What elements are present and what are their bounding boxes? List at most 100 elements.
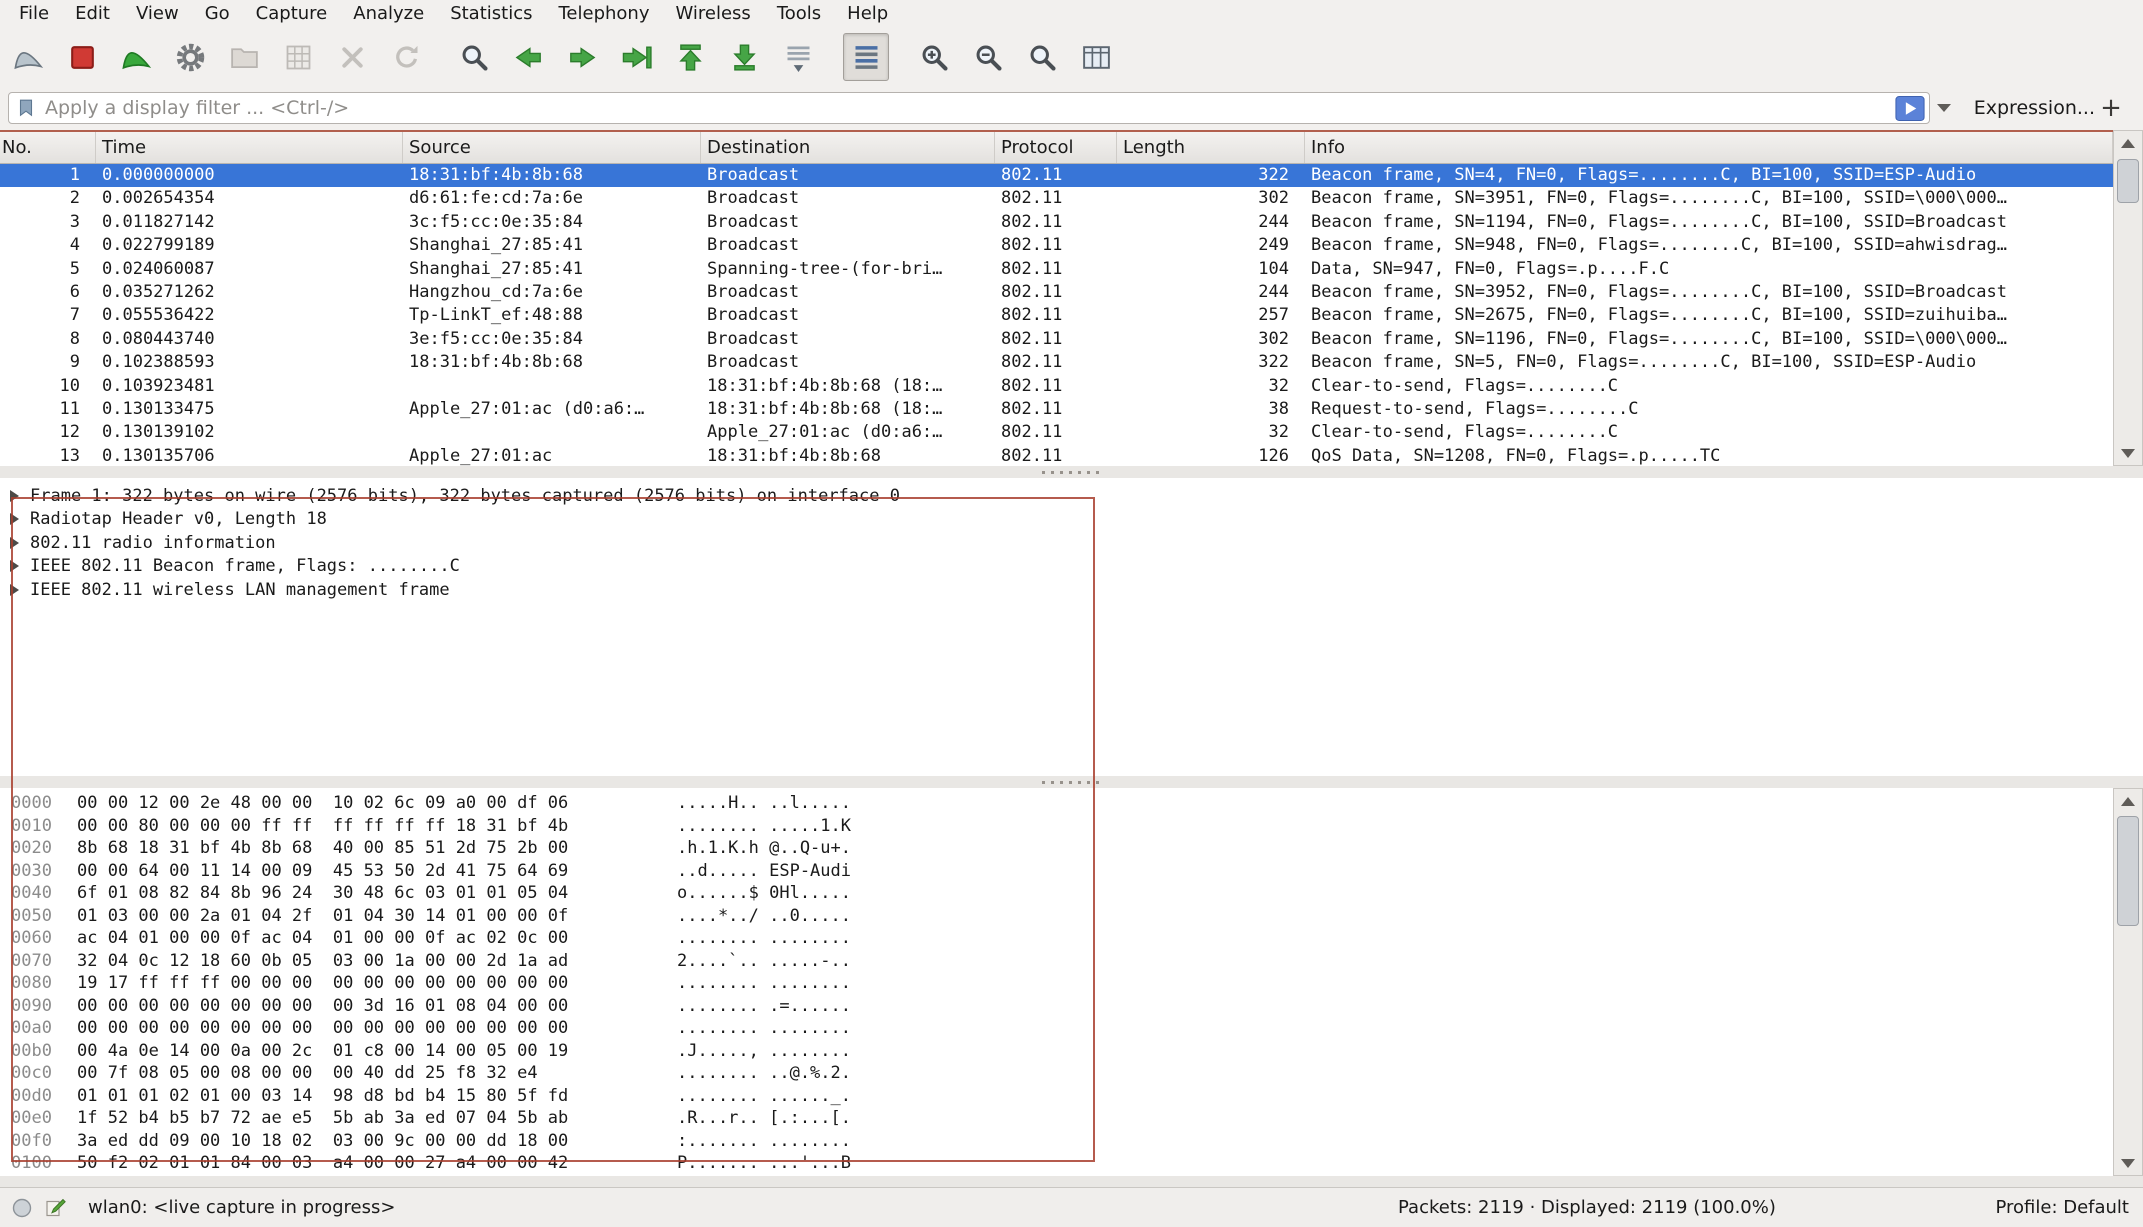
menu-item-capture[interactable]: Capture — [243, 2, 341, 27]
hex-ascii[interactable]: ........ ........ — [677, 973, 851, 993]
hex-ascii[interactable]: .R...r.. [.:...[. — [677, 1108, 851, 1128]
menu-item-analyze[interactable]: Analyze — [340, 2, 437, 27]
pane-splitter[interactable] — [0, 466, 2143, 478]
pane-splitter[interactable] — [0, 776, 2143, 788]
detail-line[interactable]: IEEE 802.11 Beacon frame, Flags: .......… — [0, 555, 2143, 579]
hex-row[interactable]: 00a000 00 00 00 00 00 00 00 00 00 00 00 … — [11, 1017, 2113, 1040]
hex-ascii[interactable]: ........ ......_. — [677, 1086, 851, 1106]
expander-triangle-icon[interactable] — [10, 584, 30, 596]
hex-bytes[interactable]: 01 01 01 02 01 00 03 14 98 d8 bd b4 15 8… — [77, 1085, 677, 1108]
go-to-last-button[interactable] — [721, 33, 767, 81]
hex-ascii[interactable]: P....... ...'...B — [677, 1153, 851, 1173]
open-file-button[interactable] — [221, 33, 267, 81]
hex-row[interactable]: 010050 f2 02 01 01 84 00 03 a4 00 00 27 … — [11, 1152, 2113, 1175]
packet-row[interactable]: 130.130135706Apple_27:01:ac18:31:bf:4b:8… — [0, 445, 2113, 466]
restart-capture-button[interactable] — [113, 33, 159, 81]
detail-line[interactable]: IEEE 802.11 wireless LAN management fram… — [0, 578, 2143, 602]
hex-bytes[interactable]: 3a ed dd 09 00 10 18 02 03 00 9c 00 00 d… — [77, 1130, 677, 1153]
reload-file-button[interactable] — [383, 33, 429, 81]
hex-row[interactable]: 003000 00 64 00 11 14 00 09 45 53 50 2d … — [11, 860, 2113, 883]
resize-columns-button[interactable] — [1073, 33, 1119, 81]
packet-row[interactable]: 70.055536422Tp-LinkT_ef:48:88Broadcast80… — [0, 304, 2113, 327]
hex-row[interactable]: 005001 03 00 00 2a 01 04 2f 01 04 30 14 … — [11, 905, 2113, 928]
hex-ascii[interactable]: o......$ 0Hl..... — [677, 883, 851, 903]
col-header-info[interactable]: Info — [1305, 132, 2113, 163]
colorize-packets-button[interactable] — [843, 33, 889, 81]
scroll-up-button[interactable] — [2114, 131, 2142, 155]
hex-ascii[interactable]: .h.1.K.h @..Q-u+. — [677, 838, 851, 858]
hex-ascii[interactable]: .J....., ........ — [677, 1041, 851, 1061]
hex-row[interactable]: 009000 00 00 00 00 00 00 00 00 3d 16 01 … — [11, 995, 2113, 1018]
packet-row[interactable]: 10.00000000018:31:bf:4b:8b:68Broadcast80… — [0, 164, 2113, 187]
find-packet-button[interactable] — [451, 33, 497, 81]
hex-row[interactable]: 00e01f 52 b4 b5 b7 72 ae e5 5b ab 3a ed … — [11, 1107, 2113, 1130]
zoom-in-button[interactable] — [911, 33, 957, 81]
add-filter-button[interactable]: + — [2095, 93, 2127, 123]
hex-bytes[interactable]: 19 17 ff ff ff 00 00 00 00 00 00 00 00 0… — [77, 972, 677, 995]
col-header-destination[interactable]: Destination — [701, 132, 995, 163]
auto-scroll-button[interactable] — [775, 33, 821, 81]
hex-row[interactable]: 0060ac 04 01 00 00 0f ac 04 01 00 00 0f … — [11, 927, 2113, 950]
zoom-out-button[interactable] — [965, 33, 1011, 81]
packet-row[interactable]: 40.022799189Shanghai_27:85:41Broadcast80… — [0, 234, 2113, 257]
hex-row[interactable]: 00208b 68 18 31 bf 4b 8b 68 40 00 85 51 … — [11, 837, 2113, 860]
menu-item-help[interactable]: Help — [834, 2, 901, 27]
hex-ascii[interactable]: ........ ..@.%.2. — [677, 1063, 851, 1083]
close-file-button[interactable] — [329, 33, 375, 81]
hex-bytes[interactable]: 00 4a 0e 14 00 0a 00 2c 01 c8 00 14 00 0… — [77, 1040, 677, 1063]
profile-selector[interactable]: Profile: Default — [1995, 1197, 2129, 1218]
col-header-no[interactable]: No. — [0, 132, 96, 163]
hex-ascii[interactable]: ........ ........ — [677, 928, 851, 948]
capture-comment-button[interactable] — [44, 1197, 66, 1219]
save-file-button[interactable] — [275, 33, 321, 81]
hex-ascii[interactable]: 2....`.. .....-.. — [677, 951, 851, 971]
hex-bytes[interactable]: ac 04 01 00 00 0f ac 04 01 00 00 0f ac 0… — [77, 927, 677, 950]
menu-item-statistics[interactable]: Statistics — [437, 2, 545, 27]
detail-line[interactable]: Radiotap Header v0, Length 18 — [0, 508, 2143, 532]
expander-triangle-icon[interactable] — [10, 537, 30, 549]
start-capture-button[interactable] — [5, 33, 51, 81]
hex-bytes[interactable]: 32 04 0c 12 18 60 0b 05 03 00 1a 00 00 2… — [77, 950, 677, 973]
col-header-protocol[interactable]: Protocol — [995, 132, 1117, 163]
hex-bytes[interactable]: 00 00 64 00 11 14 00 09 45 53 50 2d 41 7… — [77, 860, 677, 883]
expander-triangle-icon[interactable] — [10, 513, 30, 525]
hex-bytes[interactable]: 00 00 00 00 00 00 00 00 00 3d 16 01 08 0… — [77, 995, 677, 1018]
go-back-button[interactable] — [505, 33, 551, 81]
packet-row[interactable]: 50.024060087Shanghai_27:85:41Spanning-tr… — [0, 258, 2113, 281]
hex-row[interactable]: 00406f 01 08 82 84 8b 96 24 30 48 6c 03 … — [11, 882, 2113, 905]
menu-item-file[interactable]: File — [6, 2, 62, 27]
expander-triangle-icon[interactable] — [10, 560, 30, 572]
menu-item-telephony[interactable]: Telephony — [545, 2, 662, 27]
capture-options-button[interactable] — [167, 33, 213, 81]
scroll-up-button[interactable] — [2114, 789, 2142, 813]
go-to-first-button[interactable] — [667, 33, 713, 81]
hex-bytes[interactable]: 50 f2 02 01 01 84 00 03 a4 00 00 27 a4 0… — [77, 1152, 677, 1175]
hex-row[interactable]: 001000 00 80 00 00 00 ff ff ff ff ff ff … — [11, 815, 2113, 838]
hex-bytes[interactable]: 00 7f 08 05 00 08 00 00 00 40 dd 25 f8 3… — [77, 1062, 677, 1085]
packet-row[interactable]: 60.035271262Hangzhou_cd:7a:6eBroadcast80… — [0, 281, 2113, 304]
go-forward-button[interactable] — [559, 33, 605, 81]
col-header-time[interactable]: Time — [96, 132, 403, 163]
packet-row[interactable]: 20.002654354d6:61:fe:cd:7a:6eBroadcast80… — [0, 187, 2113, 210]
hex-ascii[interactable]: ........ ........ — [677, 1018, 851, 1038]
scroll-down-button[interactable] — [2114, 441, 2142, 465]
menu-item-tools[interactable]: Tools — [764, 2, 834, 27]
hex-bytes[interactable]: 00 00 12 00 2e 48 00 00 10 02 6c 09 a0 0… — [77, 792, 677, 815]
expander-triangle-icon[interactable] — [10, 490, 30, 502]
menu-item-wireless[interactable]: Wireless — [662, 2, 763, 27]
hex-ascii[interactable]: ....*../ ..0..... — [677, 906, 851, 926]
packet-row[interactable]: 30.0118271423c:f5:cc:0e:35:84Broadcast80… — [0, 211, 2113, 234]
go-to-packet-button[interactable] — [613, 33, 659, 81]
hex-bytes[interactable]: 6f 01 08 82 84 8b 96 24 30 48 6c 03 01 0… — [77, 882, 677, 905]
col-header-length[interactable]: Length — [1117, 132, 1305, 163]
packet-row[interactable]: 80.0804437403e:f5:cc:0e:35:84Broadcast80… — [0, 328, 2113, 351]
scroll-down-button[interactable] — [2114, 1151, 2142, 1175]
packet-row[interactable]: 120.130139102Apple_27:01:ac (d0:a6:…802.… — [0, 421, 2113, 444]
hex-row[interactable]: 008019 17 ff ff ff 00 00 00 00 00 00 00 … — [11, 972, 2113, 995]
hex-ascii[interactable]: :....... ........ — [677, 1131, 851, 1151]
hex-bytes[interactable]: 1f 52 b4 b5 b7 72 ae e5 5b ab 3a ed 07 0… — [77, 1107, 677, 1130]
hex-row[interactable]: 000000 00 12 00 2e 48 00 00 10 02 6c 09 … — [11, 792, 2113, 815]
filter-bookmark-icon[interactable] — [15, 97, 37, 119]
hex-bytes[interactable]: 01 03 00 00 2a 01 04 2f 01 04 30 14 01 0… — [77, 905, 677, 928]
menu-item-view[interactable]: View — [123, 2, 192, 27]
